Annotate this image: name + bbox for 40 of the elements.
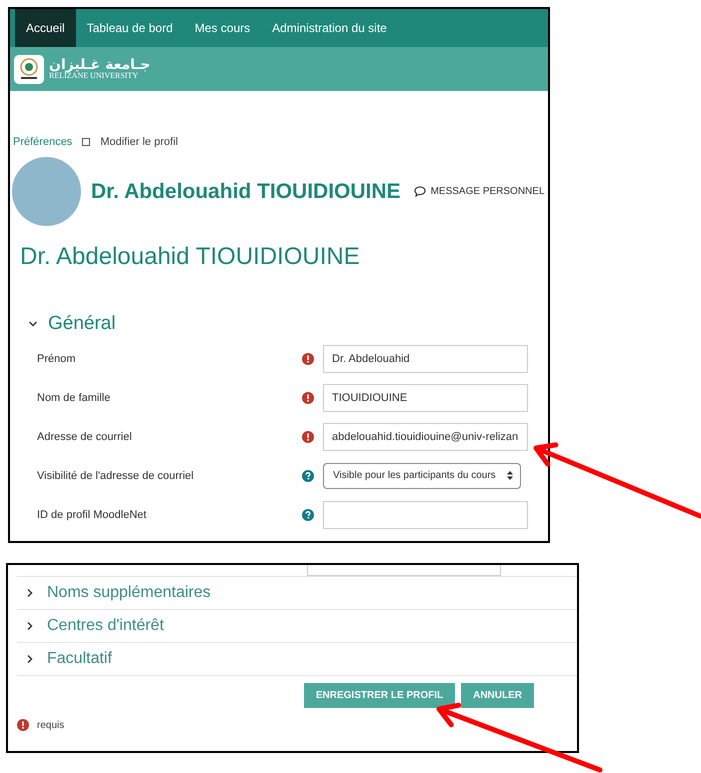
field-label: Nom de famille — [37, 392, 112, 404]
section-title[interactable]: Général — [48, 313, 116, 335]
section-title[interactable]: Noms supplémentaires — [47, 584, 211, 602]
input-field[interactable]: abdelouahid.tiouidiouine@univ-relizan — [323, 422, 528, 450]
legend-text: requis — [37, 720, 64, 730]
exclamation-icon — [17, 719, 29, 731]
input-field[interactable] — [307, 565, 501, 576]
help-icon[interactable] — [302, 470, 314, 482]
nav-tab[interactable]: Mes cours — [184, 9, 262, 47]
separator-icon — [82, 138, 90, 146]
help-icon[interactable] — [302, 508, 314, 520]
page-title: Dr. Abdelouahid TIOUIDIOUINE — [20, 243, 361, 271]
chevron-icon[interactable] — [25, 621, 35, 631]
chevron-icon[interactable] — [25, 654, 35, 664]
breadcrumb-link[interactable]: Préférences — [13, 136, 72, 148]
nav-tab[interactable]: Administration du site — [261, 9, 398, 47]
profile-name: Dr. Abdelouahid TIOUIDIOUINE — [91, 180, 401, 204]
logo-latin-text: RELIZANE UNIVERSITY — [49, 72, 138, 80]
speech-bubble-icon — [414, 186, 426, 197]
chevron-icon[interactable] — [28, 319, 38, 329]
logo-arabic-text: جـامعة غـليزان — [49, 58, 150, 72]
updown-caret-icon — [507, 471, 513, 480]
nav-tab[interactable]: Accueil — [15, 9, 76, 47]
current-page-text: Modifier le profil — [100, 136, 178, 148]
input-field[interactable] — [323, 500, 528, 528]
university-logo-icon — [14, 54, 44, 84]
section-title[interactable]: Centres d'intérêt — [47, 617, 164, 635]
section-title[interactable]: Facultatif — [47, 650, 112, 668]
nav-tab[interactable]: Tableau de bord — [76, 9, 184, 47]
form-button[interactable]: ANNULER — [461, 683, 534, 708]
input-field[interactable]: Dr. Abdelouahid — [323, 344, 528, 372]
message-link[interactable]: MESSAGE PERSONNEL — [414, 186, 544, 197]
form-button[interactable]: ENREGISTRER LE PROFIL — [304, 683, 456, 708]
input-field[interactable]: TIOUIDIOUINE — [323, 384, 528, 412]
field-label: Adresse de courriel — [37, 430, 133, 442]
field-label: Visibilité de l'adresse de courriel — [37, 470, 195, 482]
select-field[interactable]: Visible pour les participants du cours — [323, 462, 521, 488]
chevron-icon[interactable] — [25, 588, 35, 598]
field-label: Prénom — [37, 352, 77, 364]
field-label: ID de profil MoodleNet — [37, 508, 148, 520]
